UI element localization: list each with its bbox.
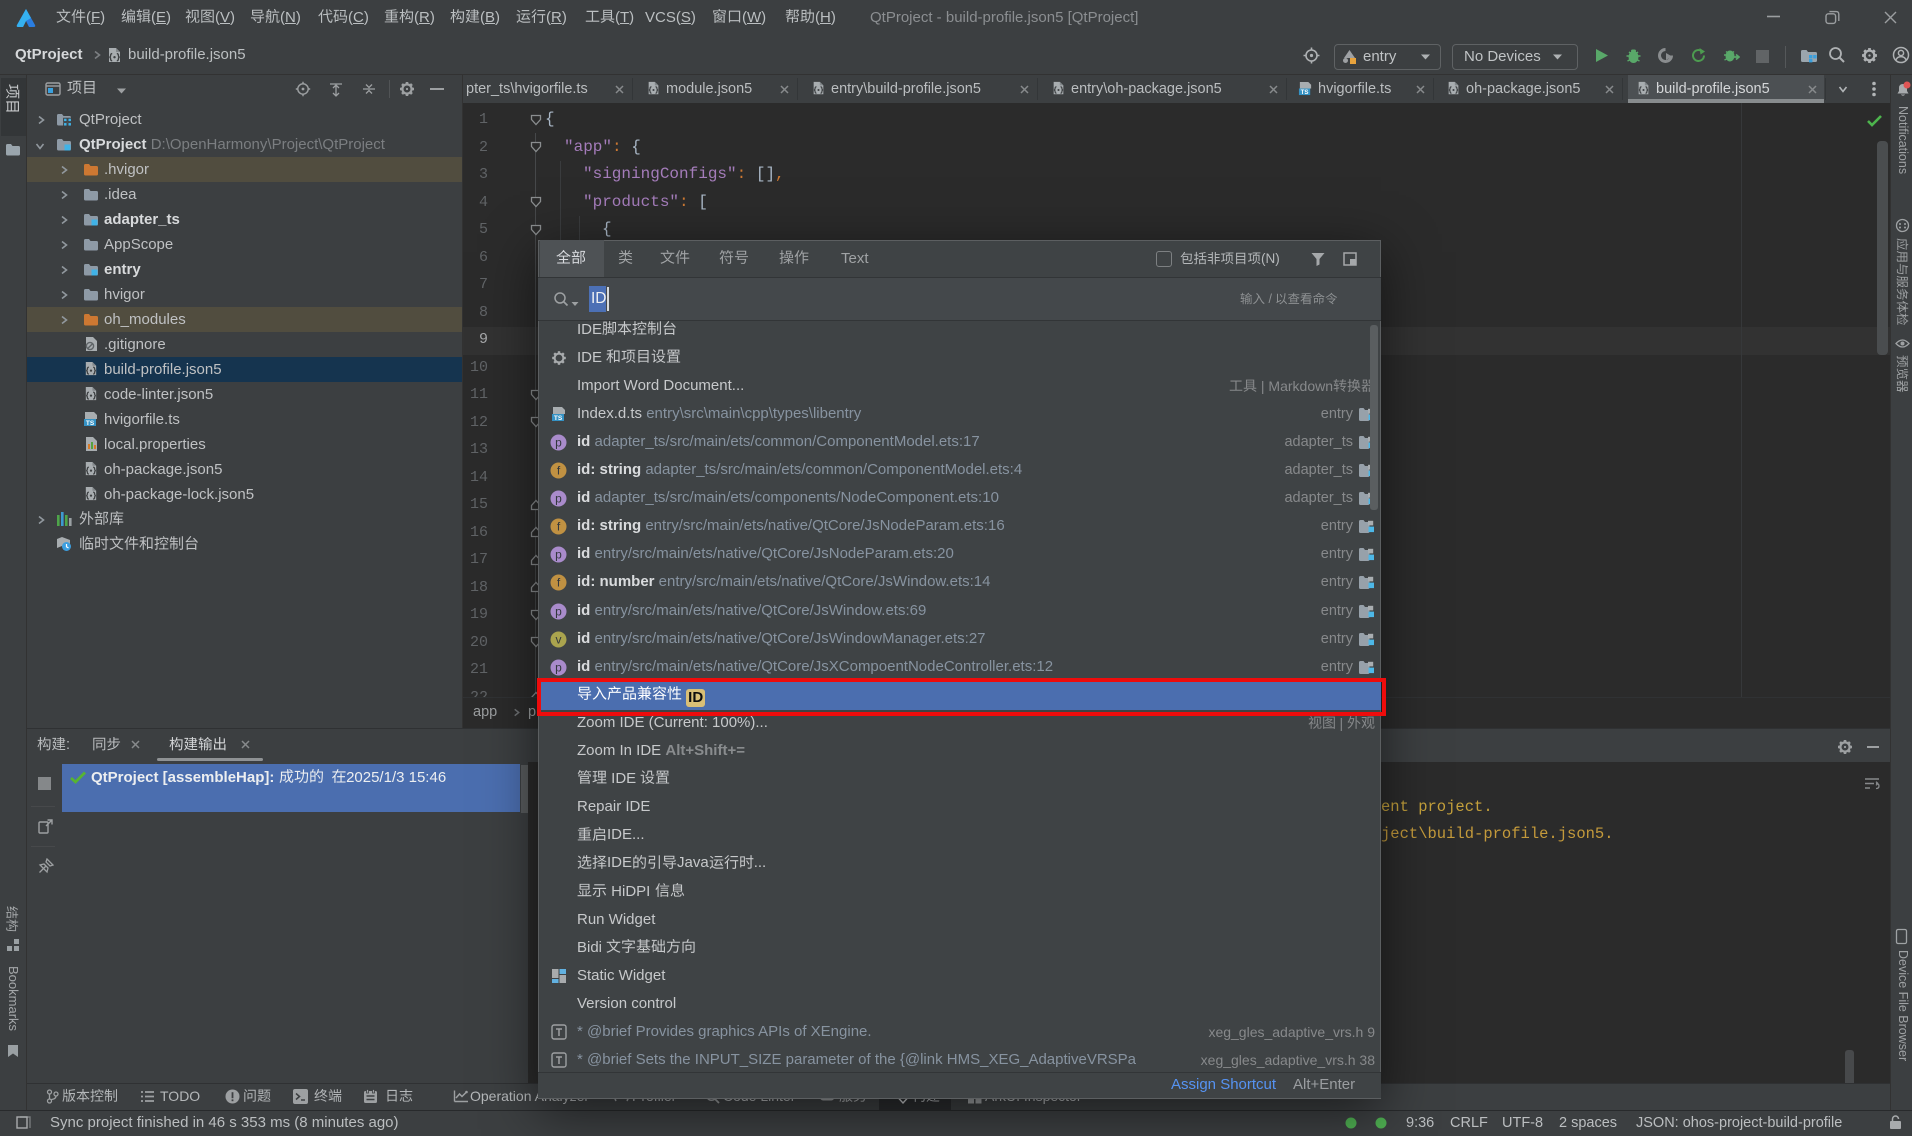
svg-text:p: p: [555, 435, 562, 449]
svg-text:v: v: [556, 632, 562, 646]
svg-text:TS: TS: [1301, 89, 1309, 96]
svg-text:p: p: [555, 604, 562, 618]
svg-text:TS: TS: [86, 420, 95, 427]
svg-text:TS: TS: [554, 415, 563, 422]
svg-text:p: p: [555, 492, 562, 506]
svg-text:p: p: [555, 548, 562, 562]
svg-text:p: p: [555, 660, 562, 674]
